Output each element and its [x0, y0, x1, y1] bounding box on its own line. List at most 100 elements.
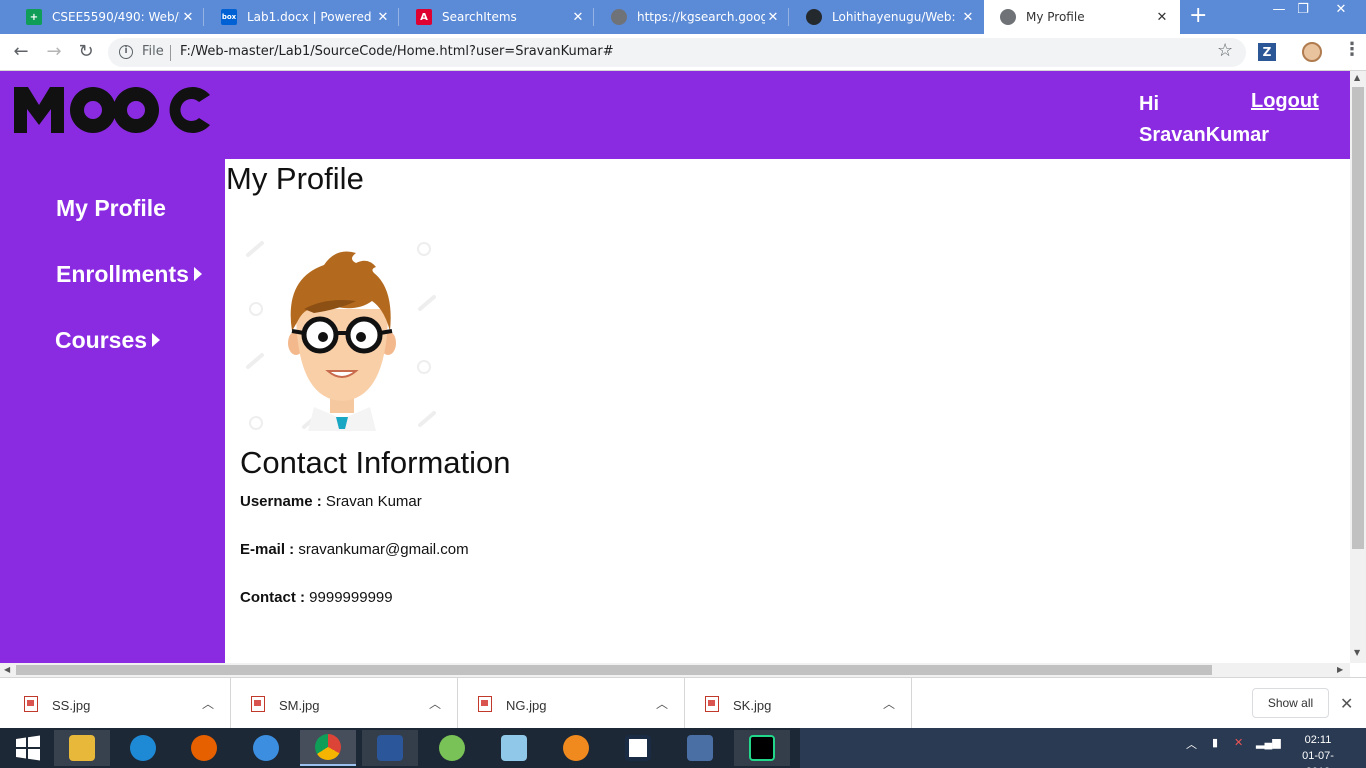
taskbar-network[interactable] [672, 730, 728, 766]
tab-title: Lohithayenugu/Web: W [832, 10, 960, 24]
extension-z-icon[interactable]: Z [1258, 43, 1276, 61]
reload-button[interactable]: ↻ [75, 41, 97, 63]
download-filename: SK.jpg [733, 698, 772, 713]
network-icon [687, 735, 713, 761]
close-icon[interactable]: ✕ [960, 10, 976, 25]
download-item[interactable]: NG.jpg ︿ [458, 678, 685, 729]
close-icon[interactable]: ✕ [180, 10, 196, 25]
taskbar-app[interactable] [238, 730, 294, 766]
email-row: E-mail : sravankumar@gmail.com [240, 541, 469, 558]
scroll-right-icon[interactable]: ▶ [1337, 665, 1343, 674]
image-file-icon [478, 696, 492, 712]
page-viewport: Hi SravanKumar Logout My Profile Enrollm… [0, 71, 1350, 663]
trello-icon [625, 735, 651, 761]
sidebar: My Profile Enrollments Courses [0, 159, 225, 663]
chevron-up-icon[interactable]: ︿ [656, 695, 668, 712]
file-explorer-icon [69, 735, 95, 761]
chevron-up-icon[interactable]: ︿ [202, 695, 214, 712]
main-content: My Profile Contact Information Username … [225, 159, 1350, 663]
tab-my-profile[interactable]: My Profile ✕ [984, 0, 1180, 34]
taskbar-trello[interactable] [610, 730, 666, 766]
scroll-down-icon[interactable]: ▼ [1354, 648, 1360, 657]
tray-chevron-icon[interactable]: ︿ [1186, 736, 1197, 752]
greeting-text: Hi [1139, 93, 1159, 115]
email-label: E-mail : [240, 541, 295, 558]
back-button[interactable]: ← [10, 41, 32, 63]
tab-lab1-docx[interactable]: box Lab1.docx | Powered by ✕ [205, 0, 401, 34]
sidebar-item-my-profile[interactable]: My Profile [56, 195, 166, 222]
scroll-left-icon[interactable]: ◀ [4, 665, 10, 674]
taskbar-internet-explorer[interactable] [115, 730, 171, 766]
globe-icon [1000, 9, 1016, 25]
download-filename: NG.jpg [506, 698, 547, 713]
close-icon[interactable]: ✕ [765, 10, 781, 25]
download-item[interactable]: SK.jpg ︿ [685, 678, 912, 729]
new-tab-button[interactable]: + [1189, 4, 1207, 28]
bookmark-star-icon[interactable]: ☆ [1217, 40, 1233, 61]
show-all-button[interactable]: Show all [1252, 688, 1329, 718]
clock-time: 02:11 [1304, 734, 1332, 746]
taskbar-helm[interactable] [548, 730, 604, 766]
profile-avatar-icon[interactable] [1302, 42, 1322, 62]
taskbar-firefox[interactable] [176, 730, 232, 766]
word-icon [377, 735, 403, 761]
close-icon[interactable]: ✕ [1154, 10, 1170, 25]
vertical-scrollbar-thumb[interactable] [1352, 87, 1364, 549]
info-icon[interactable]: i [119, 45, 133, 59]
close-icon[interactable]: ✕ [570, 10, 586, 25]
taskbar-word[interactable] [362, 730, 418, 766]
sound-muted-icon[interactable]: ✕ [1234, 736, 1243, 749]
browser-tab-strip: + CSEE5590/490: Web/Mo ✕ box Lab1.docx |… [0, 0, 1366, 34]
taskbar-android-studio[interactable] [424, 730, 480, 766]
browser-toolbar: ← → ↻ i File F:/Web-master/Lab1/SourceCo… [0, 34, 1366, 71]
android-studio-icon [439, 735, 465, 761]
tab-title: SearchItems [442, 10, 517, 24]
github-icon [806, 9, 822, 25]
webstorm-icon [749, 735, 775, 761]
globe-icon [611, 9, 627, 25]
chevron-up-icon[interactable]: ︿ [429, 695, 441, 712]
download-item[interactable]: SM.jpg ︿ [231, 678, 458, 729]
battery-icon[interactable]: ▮ [1212, 736, 1218, 749]
app-icon [253, 735, 279, 761]
contact-heading: Contact Information [240, 445, 511, 480]
desktop-wallpaper-strip [800, 728, 1366, 768]
contact-value: 9999999999 [309, 589, 393, 606]
horizontal-scrollbar-thumb[interactable] [16, 665, 1212, 675]
url-text[interactable]: F:/Web-master/Lab1/SourceCode/Home.html?… [180, 44, 614, 59]
mooc-logo[interactable] [14, 83, 212, 135]
downloads-shelf: SS.jpg ︿ SM.jpg ︿ NG.jpg ︿ SK.jpg ︿ [0, 677, 1366, 729]
sidebar-item-courses[interactable]: Courses [55, 327, 161, 354]
taskbar-app[interactable] [486, 730, 542, 766]
close-icon[interactable]: ✕ [1340, 694, 1353, 713]
username-row: Username : Sravan Kumar [240, 493, 422, 510]
greeting: Hi SravanKumar [1139, 89, 1269, 151]
taskbar-chrome[interactable] [300, 730, 356, 766]
close-window-button[interactable]: ✕ [1318, 0, 1364, 22]
tab-searchitems[interactable]: A SearchItems ✕ [400, 0, 596, 34]
close-icon[interactable]: ✕ [375, 10, 391, 25]
tab-github[interactable]: Lohithayenugu/Web: W ✕ [790, 0, 986, 34]
firefox-icon [191, 735, 217, 761]
taskbar-webstorm[interactable] [734, 730, 790, 766]
email-value: sravankumar@gmail.com [298, 541, 469, 558]
scroll-up-icon[interactable]: ▲ [1354, 73, 1360, 82]
download-filename: SM.jpg [279, 698, 320, 713]
logout-link[interactable]: Logout [1251, 89, 1319, 113]
forward-button[interactable]: → [43, 41, 65, 63]
chevron-up-icon[interactable]: ︿ [883, 695, 895, 712]
clock[interactable]: 02:11 01-07-2019 [1290, 732, 1346, 768]
helm-icon [563, 735, 589, 761]
site-header: Hi SravanKumar Logout [0, 71, 1350, 159]
tab-kgsearch[interactable]: https://kgsearch.google ✕ [595, 0, 791, 34]
taskbar-file-explorer[interactable] [54, 730, 110, 766]
start-button[interactable] [0, 730, 56, 766]
menu-icon[interactable]: ⋮ [1343, 40, 1361, 60]
tab-csee[interactable]: + CSEE5590/490: Web/Mo ✕ [10, 0, 206, 34]
app-icon [501, 735, 527, 761]
download-item[interactable]: SS.jpg ︿ [4, 678, 231, 729]
signal-icon[interactable]: ▂▄▆ [1256, 736, 1281, 749]
sheets-icon: + [26, 9, 42, 25]
address-bar[interactable]: i File F:/Web-master/Lab1/SourceCode/Hom… [108, 38, 1246, 67]
sidebar-item-enrollments[interactable]: Enrollments [56, 261, 202, 288]
